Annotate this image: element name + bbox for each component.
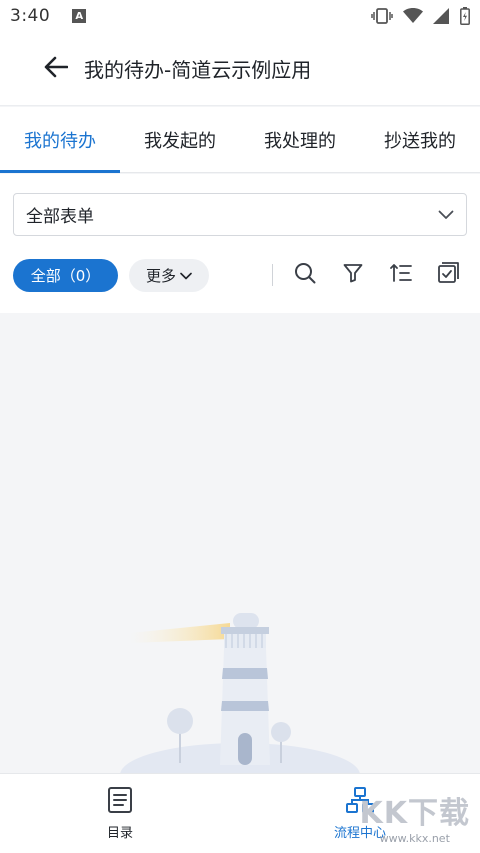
batch-select-button[interactable] — [434, 260, 464, 290]
wifi-icon — [403, 8, 423, 24]
page-title: 我的待办-简道云示例应用 — [84, 58, 312, 82]
toolbar-divider — [272, 264, 273, 286]
watermark-url: www.kkx.net — [379, 832, 450, 845]
battery-charging-icon — [460, 7, 470, 25]
filter-all-button[interactable]: 全部（0） — [13, 258, 118, 292]
batch-check-icon — [438, 262, 460, 288]
filter-button[interactable] — [338, 260, 368, 290]
form-select-dropdown[interactable]: 全部表单 — [13, 193, 467, 236]
status-icons — [371, 7, 470, 25]
sort-button[interactable] — [386, 260, 416, 290]
tab-bar: 我的待办 我发起的 我处理的 抄送我的 — [0, 107, 480, 173]
filter-area: 全部表单 全部（0） 更多 — [0, 174, 480, 313]
nav-item-catalog[interactable]: 目录 — [0, 774, 240, 853]
form-select-value: 全部表单 — [26, 207, 94, 227]
nav-label-catalog: 目录 — [106, 826, 133, 841]
arrow-left-icon — [44, 56, 69, 82]
tab-cc-to-me[interactable]: 抄送我的 — [360, 107, 480, 172]
filter-icon — [343, 263, 363, 287]
sort-icon — [390, 263, 412, 287]
status-time: 3:40 — [10, 6, 51, 26]
toolbar-icons — [290, 260, 464, 290]
chevron-down-icon — [180, 266, 192, 284]
document-list-icon — [107, 786, 133, 818]
search-icon — [294, 262, 316, 288]
watermark: KK下载 www.kkx.net — [360, 788, 471, 845]
chevron-down-icon — [438, 205, 454, 224]
lighthouse-illustration — [120, 603, 360, 773]
notification-icon: A — [72, 9, 87, 23]
filter-more-button[interactable]: 更多 — [129, 258, 209, 292]
tab-processed[interactable]: 我处理的 — [240, 107, 360, 172]
tab-my-todo[interactable]: 我的待办 — [0, 107, 120, 173]
title-bar: 我的待办-简道云示例应用 — [0, 32, 480, 106]
tab-initiated[interactable]: 我发起的 — [120, 107, 240, 172]
vibrate-icon — [371, 8, 393, 24]
filter-row: 全部（0） 更多 — [13, 258, 467, 292]
watermark-brand: KK下载 — [359, 796, 470, 831]
back-button[interactable] — [32, 45, 80, 93]
task-list-area[interactable] — [0, 313, 480, 773]
signal-icon — [433, 8, 450, 24]
search-button[interactable] — [290, 260, 320, 290]
status-bar: 3:40 A — [0, 0, 480, 32]
filter-more-label: 更多 — [145, 266, 176, 285]
